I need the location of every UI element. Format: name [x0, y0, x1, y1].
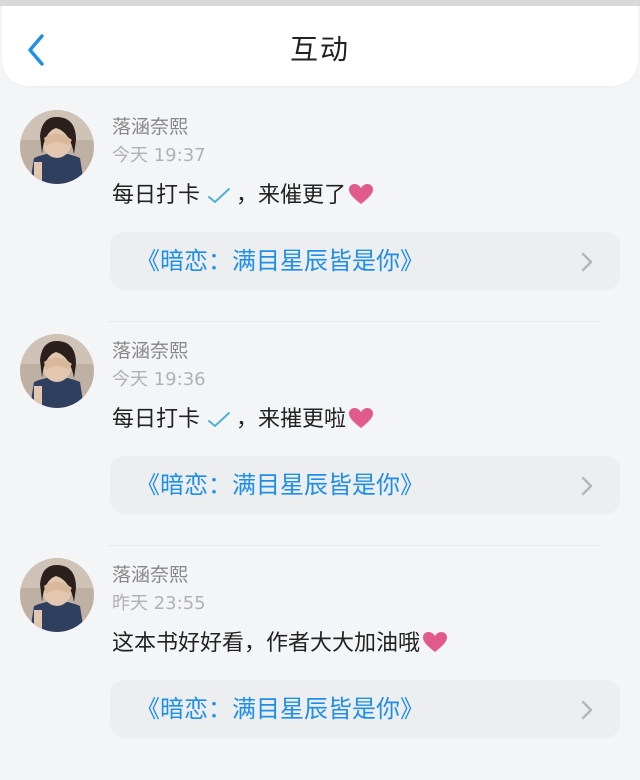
check-icon [208, 412, 231, 427]
divider [108, 321, 600, 322]
timestamp: 今天 19:37 [112, 145, 206, 166]
username[interactable]: 落涵奈熙 [112, 114, 188, 140]
check-icon [208, 188, 231, 203]
comment-text: 这本书好好看，作者大大加油哦 [112, 628, 448, 660]
book-title: 《暗恋：满目星辰皆是你》 [136, 471, 424, 499]
username[interactable]: 落涵奈熙 [112, 338, 188, 364]
book-link-card[interactable]: 《暗恋：满目星辰皆是你》 [110, 232, 620, 290]
avatar[interactable] [20, 110, 94, 184]
book-link-card[interactable]: 《暗恋：满目星辰皆是你》 [110, 456, 620, 514]
heart-icon [349, 408, 374, 428]
book-title: 《暗恋：满目星辰皆是你》 [136, 695, 424, 723]
heart-icon [349, 184, 374, 204]
comment-item: 落涵奈熙 今天 19:36 每日打卡 ，来摧更啦 《暗恋：满目星辰皆是你》 [0, 334, 640, 546]
comment-item: 落涵奈熙 昨天 23:55 这本书好好看，作者大大加油哦 《暗恋：满目星辰皆是你… [0, 558, 640, 770]
comment-item: 落涵奈熙 今天 19:37 每日打卡 ，来催更了 《暗恋：满目星辰皆是你》 [0, 110, 640, 322]
comment-text-part: 每日打卡 [112, 183, 201, 208]
page-title: 互动 [289, 33, 350, 66]
comment-text-part: 这本书好好看，作者大大加油哦 [112, 631, 421, 656]
timestamp: 今天 19:36 [112, 369, 206, 390]
book-title: 《暗恋：满目星辰皆是你》 [136, 247, 424, 275]
avatar[interactable] [20, 558, 94, 632]
divider [108, 545, 600, 546]
chevron-right-icon [581, 700, 593, 720]
comment-text-part: ，来摧更啦 [236, 407, 347, 432]
comment-text-part: 每日打卡 [112, 407, 201, 432]
chevron-right-icon [581, 252, 593, 272]
chevron-right-icon [581, 476, 593, 496]
timestamp: 昨天 23:55 [112, 593, 206, 614]
heart-icon [423, 632, 448, 652]
comment-text-part: ，来催更了 [236, 183, 347, 208]
book-link-card[interactable]: 《暗恋：满目星辰皆是你》 [110, 680, 620, 738]
avatar[interactable] [20, 334, 94, 408]
comment-text: 每日打卡 ，来催更了 [112, 180, 374, 212]
username[interactable]: 落涵奈熙 [112, 562, 188, 588]
comment-text: 每日打卡 ，来摧更啦 [112, 404, 374, 436]
header-bar: 互动 [2, 6, 638, 86]
